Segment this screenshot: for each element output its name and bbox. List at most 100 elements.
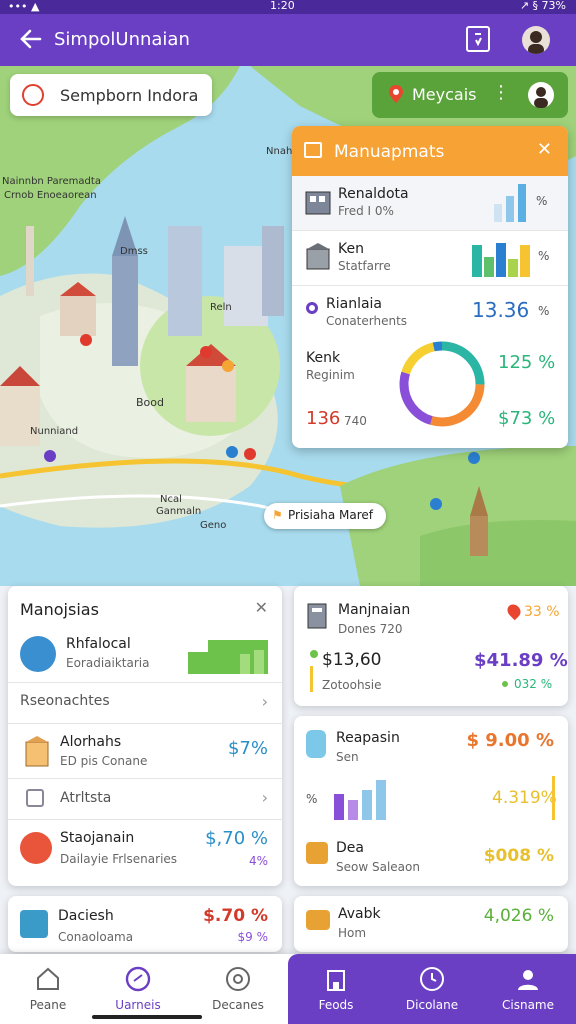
bar xyxy=(362,790,372,820)
close-icon[interactable]: ✕ xyxy=(537,139,552,160)
item-title: Staojanain xyxy=(60,830,135,846)
item-sub: ED pis Conane xyxy=(60,754,148,768)
list-item[interactable]: Rhfalocal Eoradiaiktaria xyxy=(8,630,282,682)
section-label: Atrltsta xyxy=(60,790,112,806)
item-small: $9 % xyxy=(237,930,269,944)
item-title: Avabk xyxy=(338,906,381,922)
briefcase-icon xyxy=(304,142,322,158)
item-title: Reapasin xyxy=(336,730,400,746)
map-label: Geno xyxy=(200,520,227,531)
bar xyxy=(496,243,506,277)
avatar[interactable] xyxy=(528,82,554,108)
item-small: 4% xyxy=(248,854,268,868)
item-sub: Eoradiaiktaria xyxy=(66,656,150,670)
more-icon[interactable]: ⋮ xyxy=(492,82,510,103)
bottom-right-card[interactable]: Avabk Hom 4,026 % xyxy=(294,896,568,952)
map-label: Dmss xyxy=(120,246,148,257)
item-sub: Hom xyxy=(338,926,367,940)
location-chip[interactable]: ⚑ Prisiaha Maref xyxy=(264,503,386,529)
item-value: $ 9.00 % xyxy=(466,730,554,751)
dot-icon xyxy=(306,302,318,314)
accent-line xyxy=(552,776,555,820)
bar xyxy=(518,184,526,222)
pin-icon: ⚑ xyxy=(272,508,283,522)
nav-label: Peane xyxy=(29,998,67,1012)
clipboard-icon[interactable] xyxy=(466,26,490,52)
right-card-top[interactable]: Manjnaian Dones 720 33 % $13,60 Zotoohsi… xyxy=(294,586,568,706)
map-chip[interactable]: Meycais ⋮ xyxy=(372,72,568,118)
bar xyxy=(484,257,494,277)
status-bar: ••• ▲ 1:20 ↗ § 73% xyxy=(0,0,576,14)
row-sub: 740 xyxy=(344,414,367,428)
item-sub: Seow Saleaon xyxy=(336,860,420,874)
user-icon xyxy=(518,970,538,990)
clock-text: 1:20 xyxy=(270,0,295,12)
management-panel: Manuapmats ✕ Renaldota Fred I 0% % Ken S… xyxy=(292,126,568,448)
management-row[interactable]: Renaldota Fred I 0% % xyxy=(292,176,568,230)
avatar[interactable] xyxy=(522,26,550,54)
nav-label: Dicolane xyxy=(405,998,459,1012)
row-sub: Statfarre xyxy=(338,259,391,273)
bar xyxy=(254,650,264,674)
item-value: $008 % xyxy=(483,846,554,866)
item-title: Alorhahs xyxy=(60,734,122,750)
nav-label: Cisname xyxy=(502,998,554,1012)
management-row[interactable]: Rianlaia Conaterhents 13.36 % xyxy=(292,286,568,340)
row-extra: % xyxy=(538,249,550,263)
item-value: $7% xyxy=(227,738,268,759)
box-icon xyxy=(20,910,48,938)
management-row[interactable]: Ken Statfarre % xyxy=(292,231,568,285)
mailbox-icon xyxy=(20,832,52,864)
item-sub: Dailayie Frlsenaries xyxy=(60,852,178,866)
bottom-left-card[interactable]: Daciesh Conaoloama $.70 % $9 % xyxy=(8,896,282,952)
nav-item-feods[interactable]: Feods xyxy=(288,966,384,1012)
battery-indicator: ↗ § 73% xyxy=(519,0,566,12)
chart-label: % xyxy=(306,792,318,806)
nav-item-cisname[interactable]: Cisname xyxy=(480,966,576,1012)
bar-chart xyxy=(334,780,386,820)
section-row[interactable]: Rseonachtes › xyxy=(8,683,282,723)
compass-icon xyxy=(22,84,44,106)
row-sub: Reginim xyxy=(306,368,355,382)
app-bar: SimpolUnnaian xyxy=(0,14,576,66)
arrow-left-icon[interactable] xyxy=(18,26,44,52)
compass-icon xyxy=(125,966,151,992)
card-title: Manjnaian xyxy=(338,602,411,618)
map-label: Reln xyxy=(210,302,232,313)
row-value: 13.36 xyxy=(472,298,530,322)
map-chip-label: Meycais xyxy=(412,85,477,104)
bar xyxy=(334,794,344,820)
row-title: Ken xyxy=(338,241,364,257)
status-dot xyxy=(310,650,318,658)
item-sub: Conaoloama xyxy=(58,930,134,944)
chevron-right-icon: › xyxy=(261,692,268,711)
nav-item-peane[interactable]: Peane xyxy=(0,966,96,1012)
map-label: Crnob Enoeaorean xyxy=(4,190,97,201)
nav-item-decanes[interactable]: Decanes xyxy=(190,966,286,1012)
list-item[interactable]: Alorhahs ED pis Conane $7% xyxy=(8,724,282,778)
nav-item-dicolane[interactable]: Dicolane xyxy=(384,966,480,1012)
item-title: Dea xyxy=(336,840,364,856)
management-header: Manuapmats ✕ xyxy=(292,126,568,176)
wallet-icon xyxy=(306,910,330,930)
list-item[interactable]: Staojanain Dailayie Frlsenaries $,70 % 4… xyxy=(8,820,282,882)
section-row[interactable]: Atrltsta › xyxy=(8,779,282,819)
section-label: Rseonachtes xyxy=(20,693,110,709)
card-sub: Dones 720 xyxy=(338,622,403,636)
search-bar[interactable]: Sempborn Indora xyxy=(10,74,212,116)
right-card-middle[interactable]: Reapasin Sen $ 9.00 % % 4.319% Dea Seow … xyxy=(294,716,568,886)
pin-icon xyxy=(389,85,403,103)
item-value: $,70 % xyxy=(205,828,268,849)
bar-chart xyxy=(472,243,530,277)
home-indicator xyxy=(92,1015,202,1019)
clock-icon xyxy=(420,967,444,991)
building-icon xyxy=(26,789,44,807)
item-title: Rhfalocal xyxy=(66,636,131,652)
close-icon[interactable]: ✕ xyxy=(255,598,268,617)
building-icon xyxy=(307,603,327,629)
pin-icon xyxy=(504,601,524,621)
building-icon xyxy=(306,243,330,270)
item-sub: Sen xyxy=(336,750,359,764)
nav-item-uarneis[interactable]: Uarneis xyxy=(90,966,186,1012)
search-input[interactable]: Sempborn Indora xyxy=(60,86,198,105)
